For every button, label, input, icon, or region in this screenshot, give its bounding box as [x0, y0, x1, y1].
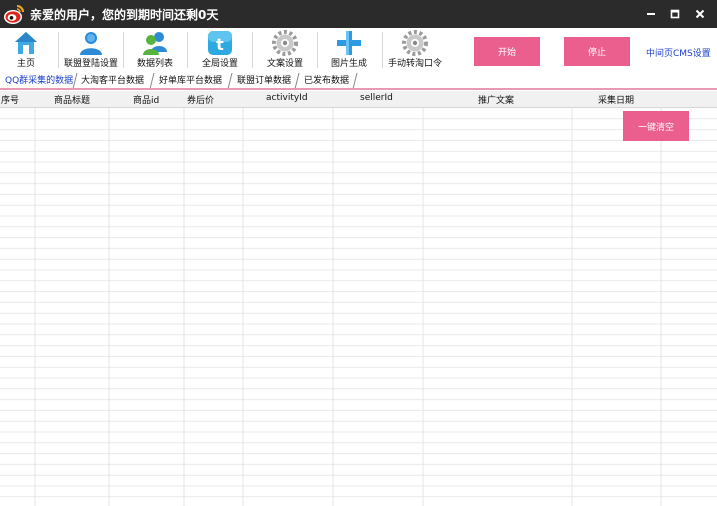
toolbar-copy-settings-button[interactable]: 文案设置	[260, 28, 310, 72]
toolbar-divider	[252, 32, 253, 68]
toolbar-data-list-button[interactable]: 数据列表	[128, 28, 182, 72]
plus-icon	[337, 31, 361, 55]
toolbar-divider	[187, 32, 188, 68]
toolbar-copy-settings-label: 文案设置	[266, 59, 303, 69]
column-header-activity-id[interactable]: activityId	[266, 93, 308, 103]
toolbar-divider	[317, 32, 318, 68]
toolbar-alliance-login-button[interactable]: 联盟登陆设置	[60, 28, 122, 72]
close-icon	[695, 9, 705, 19]
column-header-coupon-price[interactable]: 券后价	[187, 93, 214, 106]
column-header-collect-date[interactable]: 采集日期	[598, 93, 634, 106]
maximize-button[interactable]	[664, 4, 686, 24]
column-header-promo-copy[interactable]: 推广文案	[478, 93, 514, 106]
clear-all-button[interactable]: 一键清空	[623, 111, 689, 141]
twitter-icon: t	[208, 31, 232, 55]
tab-qq-group-data[interactable]: QQ群采集的数据	[1, 73, 73, 89]
toolbar-divider	[58, 32, 59, 68]
maximize-icon	[670, 9, 680, 19]
column-header-index[interactable]: 序号	[1, 93, 19, 106]
user-icon	[80, 32, 102, 55]
toolbar-divider	[382, 32, 383, 68]
weibo-logo-icon	[4, 5, 24, 24]
tab-underline	[0, 88, 717, 90]
toolbar-image-generate-button[interactable]: 图片生成	[325, 28, 373, 72]
column-header-title[interactable]: 商品标题	[54, 93, 90, 106]
tab-haodanku-platform[interactable]: 好单库平台数据	[155, 73, 222, 89]
toolbar-global-settings-label: 全局设置	[201, 59, 238, 69]
minimize-button[interactable]	[640, 4, 662, 24]
home-icon	[15, 32, 37, 54]
svg-text:t: t	[216, 35, 224, 54]
minimize-icon	[647, 13, 655, 15]
gear-icon	[272, 30, 298, 56]
toolbar-data-list-label: 数据列表	[136, 59, 173, 69]
column-header-item-id[interactable]: 商品id	[133, 93, 159, 106]
data-grid[interactable]	[0, 108, 717, 506]
toolbar-global-settings-button[interactable]: t 全局设置	[194, 28, 246, 72]
tab-published-data[interactable]: 已发布数据	[300, 73, 349, 89]
toolbar-home-button[interactable]: 主页	[6, 28, 46, 72]
toolbar-image-generate-label: 图片生成	[330, 59, 367, 69]
cms-settings-link[interactable]: 中间页CMS设置	[646, 46, 711, 59]
tab-dataoke-platform[interactable]: 大淘客平台数据	[77, 73, 144, 89]
gear-icon	[402, 30, 428, 56]
start-button[interactable]: 开始	[474, 37, 540, 66]
table-header: 序号 商品标题 商品id 券后价 activityId sellerId 推广文…	[0, 91, 717, 108]
tab-separator	[352, 73, 358, 89]
title-bar: 亲爱的用户，您的到期时间还剩0天	[0, 0, 717, 28]
users-icon	[143, 32, 167, 55]
toolbar-manual-taokouling-label: 手动转淘口令	[387, 59, 442, 69]
close-button[interactable]	[689, 4, 711, 24]
tab-alliance-orders[interactable]: 联盟订单数据	[233, 73, 291, 89]
toolbar-alliance-login-label: 联盟登陆设置	[63, 59, 118, 69]
toolbar-home-label: 主页	[16, 59, 35, 69]
toolbar-divider	[123, 32, 124, 68]
column-header-seller-id[interactable]: sellerId	[360, 93, 393, 103]
toolbar-manual-taokouling-button[interactable]: 手动转淘口令	[385, 28, 445, 72]
window-title: 亲爱的用户，您的到期时间还剩0天	[30, 8, 219, 22]
stop-button[interactable]: 停止	[564, 37, 630, 66]
